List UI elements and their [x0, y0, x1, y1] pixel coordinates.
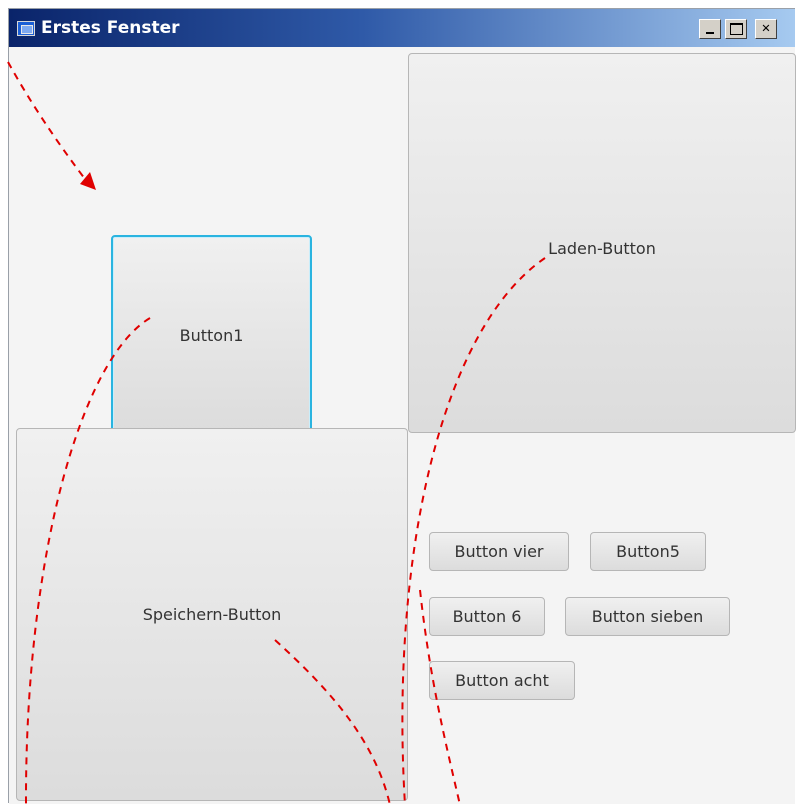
speichern-button[interactable]: Speichern-Button [16, 428, 408, 801]
button5[interactable]: Button5 [590, 532, 706, 571]
application-window: Erstes Fenster ✕ Button1 Laden-Button Sp… [8, 8, 796, 804]
minimize-button[interactable] [699, 19, 721, 39]
button-acht[interactable]: Button acht [429, 661, 575, 700]
close-button[interactable]: ✕ [755, 19, 777, 39]
button-sieben[interactable]: Button sieben [565, 597, 730, 636]
window-title: Erstes Fenster [41, 18, 180, 38]
laden-button[interactable]: Laden-Button [408, 53, 796, 433]
maximize-button[interactable] [725, 19, 747, 39]
button-6[interactable]: Button 6 [429, 597, 545, 636]
button-vier[interactable]: Button vier [429, 532, 569, 571]
window-icon[interactable] [17, 21, 35, 36]
title-bar[interactable]: Erstes Fenster ✕ [9, 9, 795, 47]
button1[interactable]: Button1 [111, 235, 312, 435]
window-content: Button1 Laden-Button Speichern-Button Bu… [9, 47, 796, 804]
